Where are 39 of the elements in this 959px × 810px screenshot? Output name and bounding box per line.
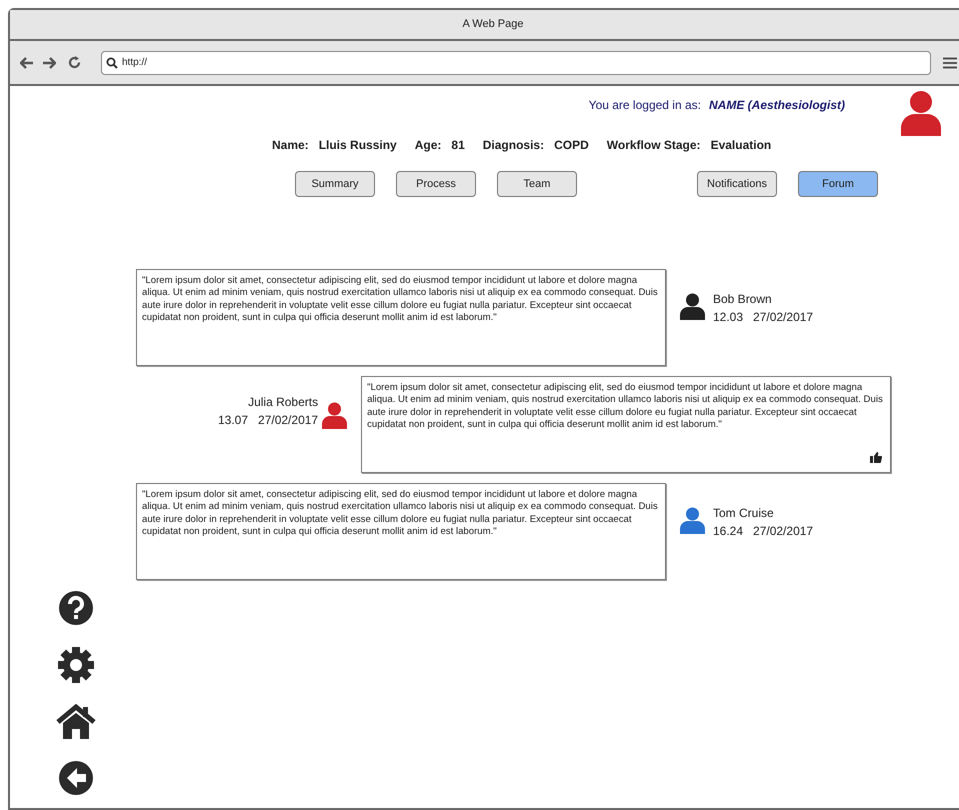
- tab[interactable]: Notifications: [697, 171, 777, 197]
- settings-icon[interactable]: [57, 646, 95, 684]
- comment-text: "Lorem ipsum dolor sit amet, consectetur adipiscing elit, sed do eiusmod tempor incididunt ut labore et dolore magna aliqua. Ut enim ad minim veniam, quis nostrud exercitation ullamco laboris nisi ut aliquip ex ea commodo consequat. Duis aute irure dolor in reprehenderit in voluptate velit esse cillum dolore eu fugiat nulla pariatur. Excepteur sint occaecat cupidatat non proident, sunt in culpa qui officia deserunt mollit anim id est laborum.": [142, 275, 659, 324]
- search-icon: [106, 56, 118, 68]
- tab[interactable]: Team: [497, 171, 577, 197]
- post-date: 27/02/2017: [753, 309, 814, 326]
- window-title: A Web Page: [462, 17, 524, 32]
- tab[interactable]: Process: [396, 171, 476, 197]
- login-label: You are logged in as:: [588, 97, 701, 114]
- comment-text: "Lorem ipsum dolor sit amet, consectetur adipiscing elit, sed do eiusmod tempor incididunt ut labore et dolore magna aliqua. Ut enim ad minim veniam, quis nostrud exercitation ullamco laboris nisi ut aliquip ex ea commodo consequat. Duis aute irure dolor in reprehenderit in voluptate velit esse cillum dolore eu fugiat nulla pariatur. Excepteur sint occaecat cupidatat non proident, sunt in culpa qui officia deserunt mollit anim id est laborum.": [142, 489, 659, 538]
- address-field[interactable]: http://: [101, 50, 931, 74]
- user-name: NAME (Aesthesiologist): [708, 97, 845, 114]
- field-value: COPD: [554, 137, 589, 154]
- forward-icon[interactable]: [42, 56, 56, 68]
- post-time: 13.07: [218, 412, 248, 429]
- field-label: Workflow Stage:: [606, 137, 701, 154]
- post-time: 16.24: [713, 523, 744, 540]
- thumbs-up-icon[interactable]: [870, 452, 882, 463]
- author-name: Tom Cruise: [713, 505, 775, 522]
- field-label: Age:: [414, 137, 442, 154]
- user-avatar-icon[interactable]: [901, 90, 941, 136]
- home-icon[interactable]: [56, 704, 96, 740]
- field-value: Evaluation: [710, 137, 772, 154]
- field-value: Lluis Russiny: [318, 137, 397, 154]
- back-icon[interactable]: [20, 56, 34, 68]
- post-date: 27/02/2017: [258, 412, 318, 429]
- field-value: 81: [451, 137, 465, 154]
- author-name: Bob Brown: [713, 291, 773, 308]
- post-time: 12.03: [713, 309, 744, 326]
- comment-text: "Lorem ipsum dolor sit amet, consectetur adipiscing elit, sed do eiusmod tempor incididunt ut labore et dolore magna aliqua. Ut enim ad minim veniam, quis nostrud exercitation ullamco laboris nisi ut aliquip ex ea commodo consequat. Duis aute irure dolor in reprehenderit in voluptate velit esse cillum dolore eu fugiat nulla pariatur. Excepteur sint occaecat cupidatat non proident, sunt in culpa qui officia deserunt mollit anim id est laborum.": [367, 382, 884, 432]
- tab[interactable]: Summary: [295, 171, 375, 197]
- reload-icon[interactable]: [68, 56, 81, 69]
- field-label: Name:: [272, 137, 309, 154]
- author-name: Julia Roberts: [247, 394, 318, 411]
- post-date: 27/02/2017: [753, 523, 814, 540]
- help-icon[interactable]: [58, 590, 94, 626]
- field-label: Diagnosis:: [482, 137, 544, 154]
- menu-icon[interactable]: [943, 56, 957, 68]
- tab[interactable]: Forum: [798, 171, 878, 197]
